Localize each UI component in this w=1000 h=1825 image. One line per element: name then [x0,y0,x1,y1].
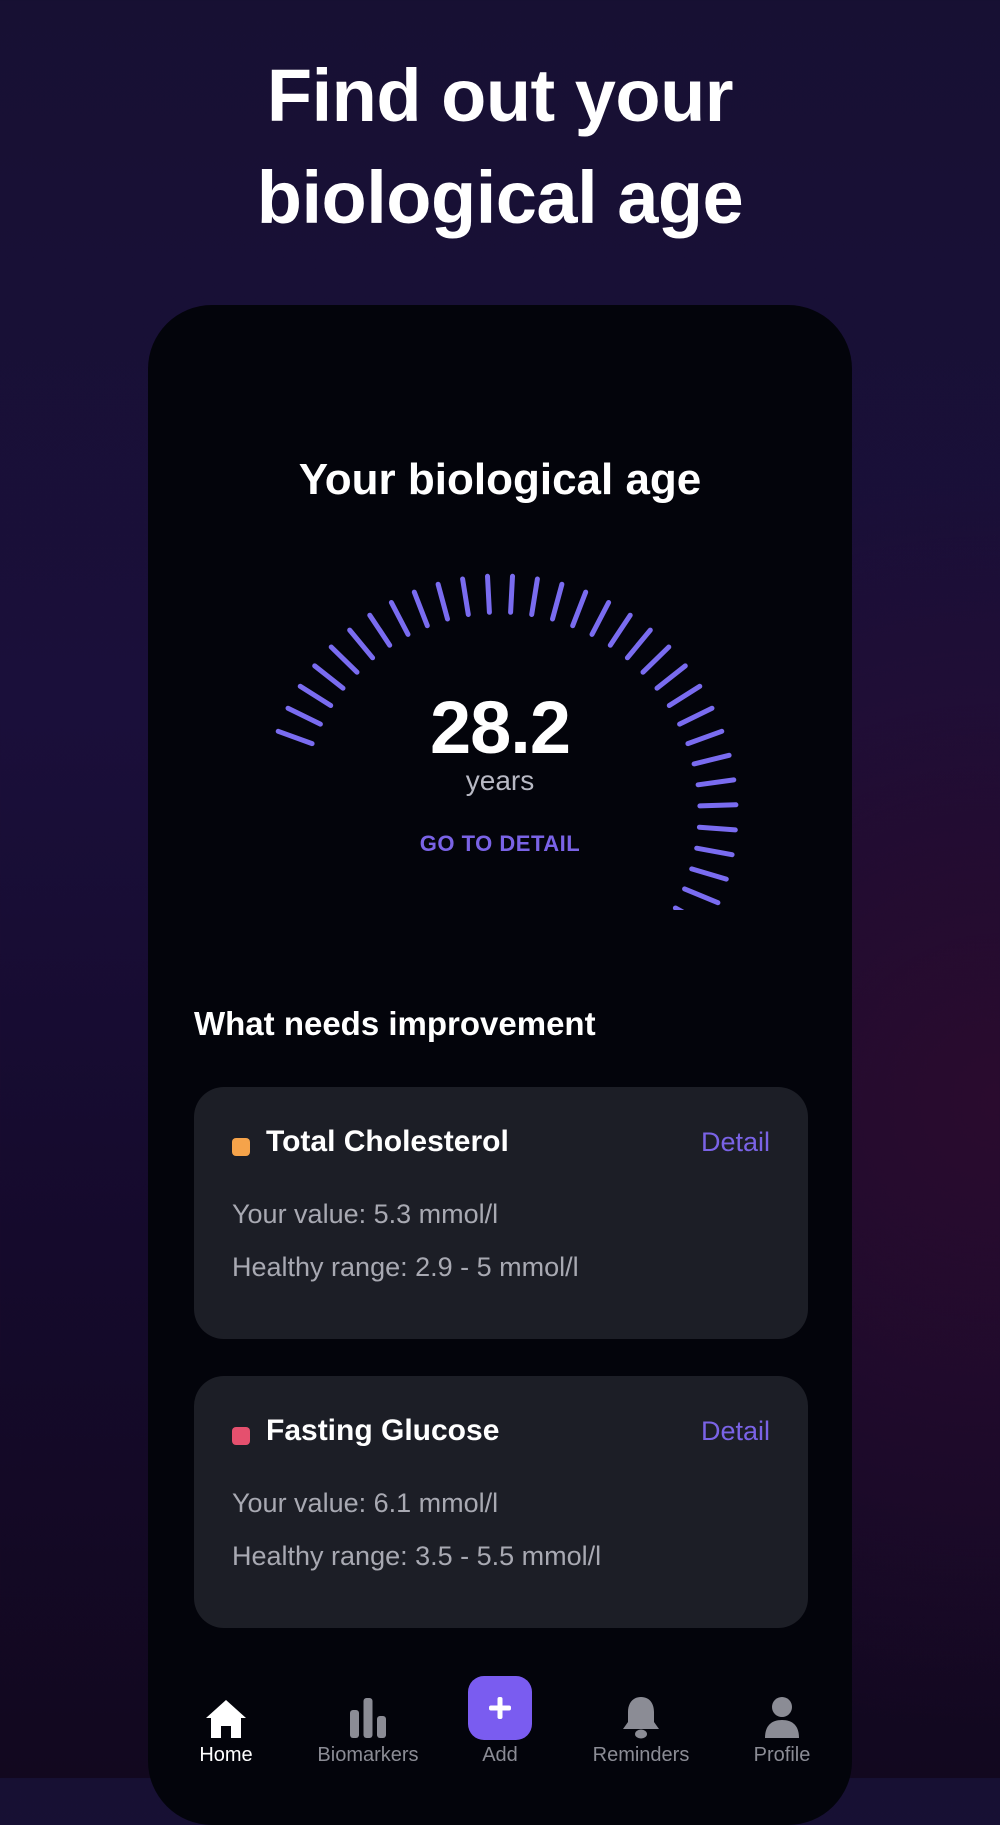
gauge-tick [640,644,672,675]
hero-title-line-1: Find out your [266,54,734,137]
tab-reminders[interactable]: Reminders [571,1670,711,1767]
gauge-tick [550,581,565,622]
gauge-tick [682,886,721,906]
gauge-tick [689,866,729,882]
tab-label: Home [199,1744,253,1766]
tab-label: Profile [753,1744,811,1766]
phone-screen: Your biological age 28.2 years GO TO DET… [148,305,852,1825]
bell-icon [623,1697,659,1739]
gauge-tick [624,627,653,661]
hero-title-line-2: biological age [256,156,744,239]
detail-link[interactable]: Detail [701,1127,770,1158]
gauge-tick [696,824,738,833]
biomarker-name: Fasting Glucose [266,1414,500,1447]
age-unit: years [465,765,535,796]
tab-biomarkers[interactable]: Biomarkers [298,1670,438,1767]
gauge-tick [367,612,393,648]
gauge-tick [435,581,450,622]
biomarker-card-glucose: Fasting Glucose Detail Your value: 6.1 m… [194,1376,808,1628]
detail-link[interactable]: Detail [701,1416,770,1447]
bar-chart-icon [350,1698,386,1738]
biomarker-name: Total Cholesterol [266,1125,509,1158]
gauge-tick [460,576,471,617]
tab-home[interactable]: Home [156,1670,296,1767]
status-dot [232,1427,250,1445]
gauge-tick [697,802,739,809]
gauge-tick [388,600,411,637]
improvement-section-title: What needs improvement [194,1005,596,1042]
gauge-tick [607,612,633,648]
gauge-tick [529,576,540,617]
plus-icon [468,1676,532,1740]
your-value-text: Your value: 5.3 mmol/l [232,1199,499,1229]
biomarker-card-cholesterol: Total Cholesterol Detail Your value: 5.3… [194,1087,808,1339]
go-to-detail-link[interactable]: GO TO DETAIL [148,831,852,857]
gauge-tick [328,644,360,675]
your-value-text: Your value: 6.1 mmol/l [232,1488,499,1518]
home-icon [206,1700,246,1738]
gauge-tick [589,600,612,637]
healthy-range-text: Healthy range: 3.5 - 5.5 mmol/l [232,1541,602,1571]
tab-label: Biomarkers [317,1744,419,1766]
healthy-range-text: Healthy range: 2.9 - 5 mmol/l [232,1252,579,1282]
gauge-tick [347,627,376,661]
bottom-tab-bar: Home Biomarkers Add Reminders Profile [148,1670,852,1825]
gauge-tick [570,589,589,629]
age-value: 28.2 [429,686,571,769]
status-dot [232,1138,250,1156]
tab-profile[interactable]: Profile [712,1670,852,1767]
gauge-tick [508,573,515,615]
gauge-tick [485,573,492,615]
user-icon [765,1697,799,1738]
tab-label: Reminders [592,1744,690,1766]
tab-label: Add [482,1744,518,1766]
gauge-tick [411,589,430,629]
tab-add[interactable]: Add [430,1670,570,1767]
hero-title: Find out your biological age [0,45,1000,249]
gauge-tick [672,905,685,910]
biological-age-title: Your biological age [298,455,702,504]
